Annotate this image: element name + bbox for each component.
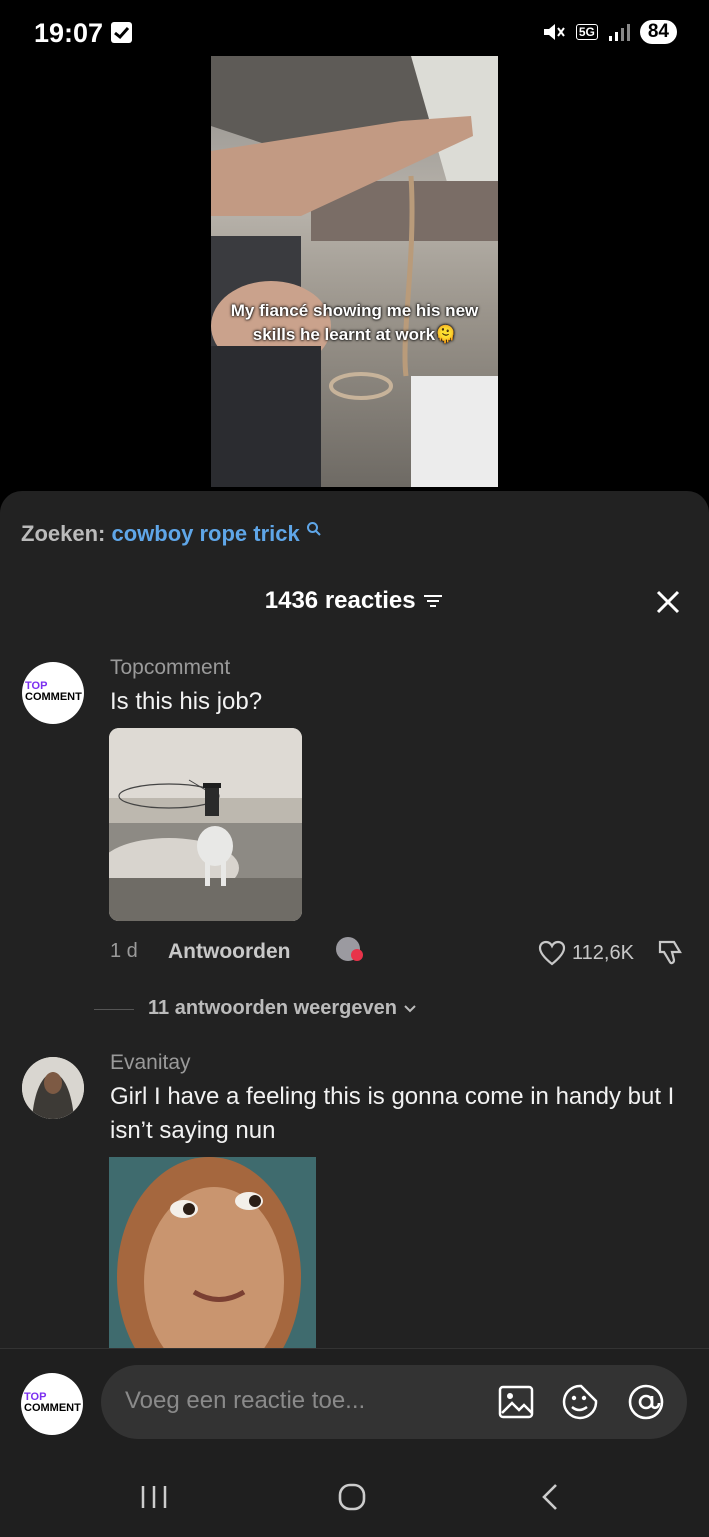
search-icon <box>306 522 321 536</box>
status-time: 19:07 <box>34 18 104 48</box>
recent-apps-icon[interactable] <box>139 1484 169 1510</box>
comment-text: Is this his job? <box>110 688 263 715</box>
my-avatar: TOP COMMENT <box>21 1373 83 1435</box>
heart-icon <box>538 940 566 966</box>
battery-badge: 84 <box>639 20 677 44</box>
comment-username[interactable]: Evanitay <box>110 1051 191 1075</box>
system-nav-bar <box>0 1467 709 1537</box>
network-5g-icon: 5G <box>575 24 598 40</box>
avatar-image <box>22 1057 84 1119</box>
search-query-link[interactable]: cowboy rope trick <box>111 521 299 546</box>
chevron-down-icon <box>404 1004 416 1012</box>
reply-button[interactable]: Antwoorden <box>168 940 290 964</box>
sort-filter-icon[interactable] <box>422 592 444 610</box>
topcomment-logo: TOP COMMENT <box>25 680 82 703</box>
video-player[interactable]: My fiancé showing me his new skills he l… <box>211 56 498 487</box>
comments-count-header[interactable]: 1436 reacties <box>0 587 709 615</box>
search-label: Zoeken: <box>21 521 106 546</box>
checkbox-notification-icon <box>111 22 132 43</box>
comment-image-face[interactable] <box>109 1157 316 1349</box>
search-suggestion[interactable]: Zoeken: cowboy rope trick <box>21 521 322 547</box>
comment-age: 1 d <box>110 940 138 962</box>
emoji-sticker-icon[interactable] <box>561 1383 599 1421</box>
topcomment-logo: TOP COMMENT <box>24 1391 81 1414</box>
divider <box>94 1009 134 1010</box>
back-icon[interactable] <box>539 1482 561 1512</box>
creator-liked-avatar-icon <box>336 937 363 961</box>
comment-input[interactable]: Voeg een reactie toe... <box>101 1365 687 1439</box>
mention-icon[interactable] <box>627 1383 665 1421</box>
close-icon[interactable] <box>653 587 683 617</box>
avatar-evanitay[interactable] <box>22 1057 84 1119</box>
view-replies-label: 11 antwoorden weergeven <box>148 997 397 1019</box>
comment-input-placeholder: Voeg een reactie toe... <box>125 1387 366 1414</box>
comments-count: 1436 reacties <box>264 587 416 614</box>
video-caption: My fiancé showing me his new skills he l… <box>230 301 479 344</box>
cowboy-lasso-image <box>109 728 302 921</box>
comment-composer: TOP COMMENT Voeg een reactie toe... <box>0 1348 709 1537</box>
dislike-icon[interactable] <box>656 938 686 966</box>
image-icon[interactable] <box>498 1385 534 1419</box>
like-button[interactable]: 112,6K <box>538 940 634 966</box>
signal-icon <box>608 24 630 41</box>
comment-text: Girl I have a feeling this is gonna come… <box>110 1083 675 1144</box>
home-icon[interactable] <box>337 1482 367 1512</box>
mute-icon <box>543 24 565 40</box>
comment-username[interactable]: Topcomment <box>110 656 230 680</box>
comment-image-cowboy[interactable] <box>109 728 302 921</box>
view-replies-button[interactable]: 11 antwoorden weergeven <box>148 997 417 1020</box>
video-frame-image <box>211 56 498 487</box>
heart-dot-icon <box>351 949 363 961</box>
face-reaction-image <box>109 1157 316 1349</box>
like-count: 112,6K <box>572 941 634 964</box>
status-bar: 19:07 5G 84 <box>0 0 709 56</box>
avatar-topcomment[interactable]: TOP COMMENT <box>22 662 84 724</box>
status-icons: 5G 84 <box>542 20 677 44</box>
